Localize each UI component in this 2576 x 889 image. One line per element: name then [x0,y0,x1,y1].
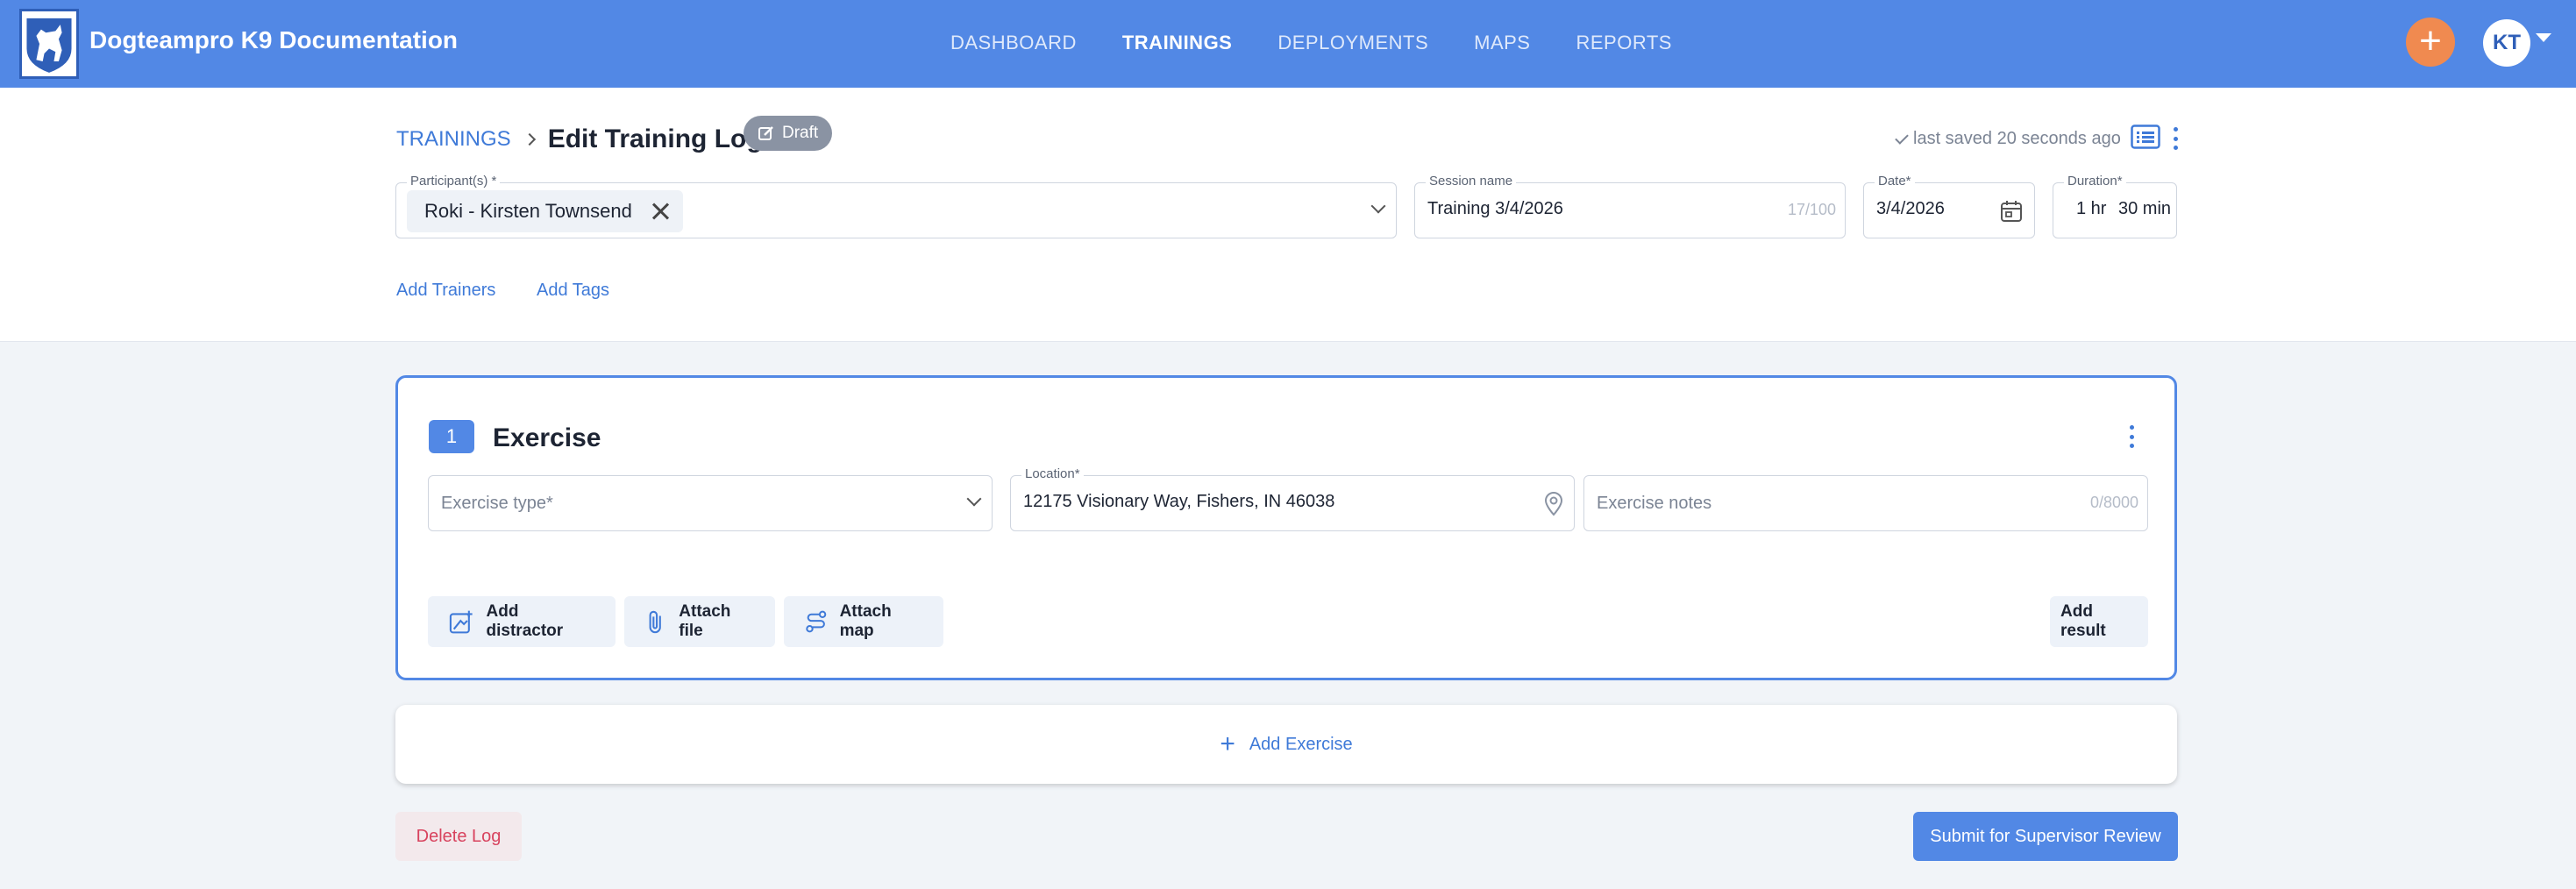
nav-trainings[interactable]: TRAININGS [1122,32,1233,54]
add-result-button[interactable]: Add result [2050,596,2148,647]
nav-dashboard[interactable]: DASHBOARD [950,32,1077,54]
location-value: 12175 Visionary Way, Fishers, IN 46038 [1023,492,1335,511]
date-field[interactable]: Date* 3/4/2026 [1863,174,2035,238]
add-exercise-label: Add Exercise [1249,734,1353,754]
chevron-down-icon[interactable] [2536,33,2551,42]
add-exercise-button[interactable]: + Add Exercise [395,705,2177,784]
date-label: Date* [1875,174,1915,188]
list-icon[interactable] [2131,124,2160,149]
duration-hours[interactable]: 1 hr [2076,199,2106,219]
location-label: Location* [1021,466,1084,481]
duration-label: Duration* [2064,174,2126,188]
edit-icon [758,126,773,140]
distractor-icon [449,610,473,634]
exercise-type-placeholder: Exercise type* [441,494,553,513]
delete-log-button[interactable]: Delete Log [395,812,522,861]
saved-status: last saved 20 seconds ago [1895,129,2121,149]
location-field[interactable]: Location* 12175 Visionary Way, Fishers, … [1010,466,1575,531]
attach-map-button[interactable]: Attach map [784,596,943,647]
attach-map-label: Attach map [839,602,892,640]
attach-file-button[interactable]: Attach file [624,596,775,647]
check-icon [1895,130,1909,145]
exercise-notes-placeholder: Exercise notes [1597,494,1712,513]
chevron-down-icon[interactable] [966,491,982,507]
session-name-field[interactable]: Session name Training 3/4/2026 17/100 [1414,174,1846,238]
route-map-icon [806,610,827,633]
session-name-value: Training 3/4/2026 [1427,199,1563,218]
dog-shield-logo-icon[interactable] [19,9,79,79]
chevron-right-icon [523,132,536,146]
exercise-notes-field[interactable]: Exercise notes 0/8000 [1583,475,2148,531]
user-avatar[interactable]: KT [2483,19,2530,67]
main-nav: DASHBOARD TRAININGS DEPLOYMENTS MAPS REP… [950,32,1672,54]
exercise-number-badge: 1 [429,420,474,453]
more-vertical-icon[interactable] [2123,423,2140,450]
participants-field[interactable]: Participant(s) * Roki - Kirsten Townsend [395,174,1397,238]
add-trainers-link[interactable]: Add Trainers [396,281,495,301]
submit-review-button[interactable]: Submit for Supervisor Review [1913,812,2178,861]
plus-icon: + [1220,729,1235,758]
duration-field[interactable]: Duration* 1 hr 30 min [2053,174,2177,238]
breadcrumb: TRAININGS Edit Training Log [396,124,763,154]
status-badge: Draft [744,116,833,151]
attach-file-label: Attach file [679,602,731,640]
paperclip-icon [649,610,661,634]
location-pin-icon[interactable] [1542,492,1565,516]
session-name-label: Session name [1426,174,1517,188]
exercise-type-select[interactable]: Exercise type* [428,475,993,531]
nav-maps[interactable]: MAPS [1474,32,1530,54]
page-title: Edit Training Log [547,124,763,153]
top-app-bar: Dogteampro K9 Documentation DASHBOARD TR… [0,0,2576,88]
close-icon[interactable] [651,203,669,220]
participants-label: Participant(s) * [407,174,501,188]
status-badge-label: Draft [782,124,819,142]
duration-minutes[interactable]: 30 min [2118,199,2171,219]
exercise-notes-counter: 0/8000 [2089,494,2138,511]
add-tags-link[interactable]: Add Tags [537,281,609,301]
add-distractor-button[interactable]: Add distractor [428,596,616,647]
nav-reports[interactable]: REPORTS [1576,32,1671,54]
exercise-title: Exercise [493,423,601,452]
breadcrumb-trainings-link[interactable]: TRAININGS [396,127,511,152]
date-value: 3/4/2026 [1876,199,1945,218]
add-new-button[interactable]: + [2406,18,2455,67]
participant-chip-label: Roki - Kirsten Townsend [424,200,632,222]
exercise-card: 1 Exercise Exercise type* Location* 1217… [395,375,2177,680]
nav-deployments[interactable]: DEPLOYMENTS [1277,32,1428,54]
participant-chip: Roki - Kirsten Townsend [407,190,683,232]
dog-shield-logo-svg [26,18,72,73]
session-name-counter: 17/100 [1787,201,1836,218]
app-title: Dogteampro K9 Documentation [89,26,459,53]
more-vertical-icon[interactable] [2167,125,2184,152]
add-distractor-label: Add distractor [486,602,564,640]
chevron-down-icon[interactable] [1370,198,1386,214]
saved-status-text: last saved 20 seconds ago [1913,129,2121,148]
calendar-icon[interactable] [1999,199,2024,224]
